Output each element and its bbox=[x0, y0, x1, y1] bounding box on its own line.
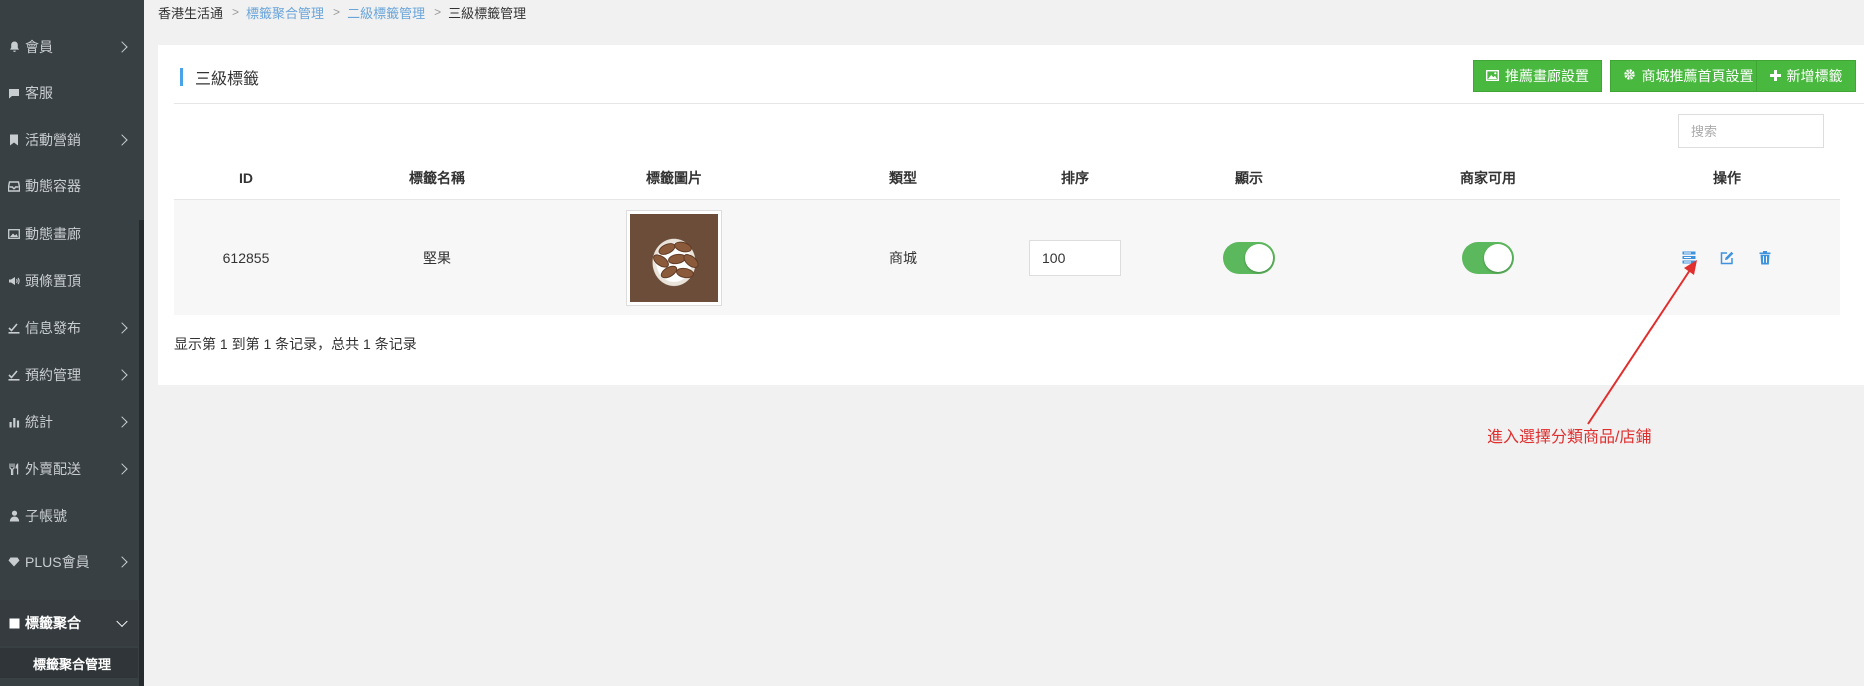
annotation-text: 進入選擇分類商品/店鋪 bbox=[1487, 429, 1652, 446]
annotation-arrow bbox=[1587, 260, 1697, 425]
